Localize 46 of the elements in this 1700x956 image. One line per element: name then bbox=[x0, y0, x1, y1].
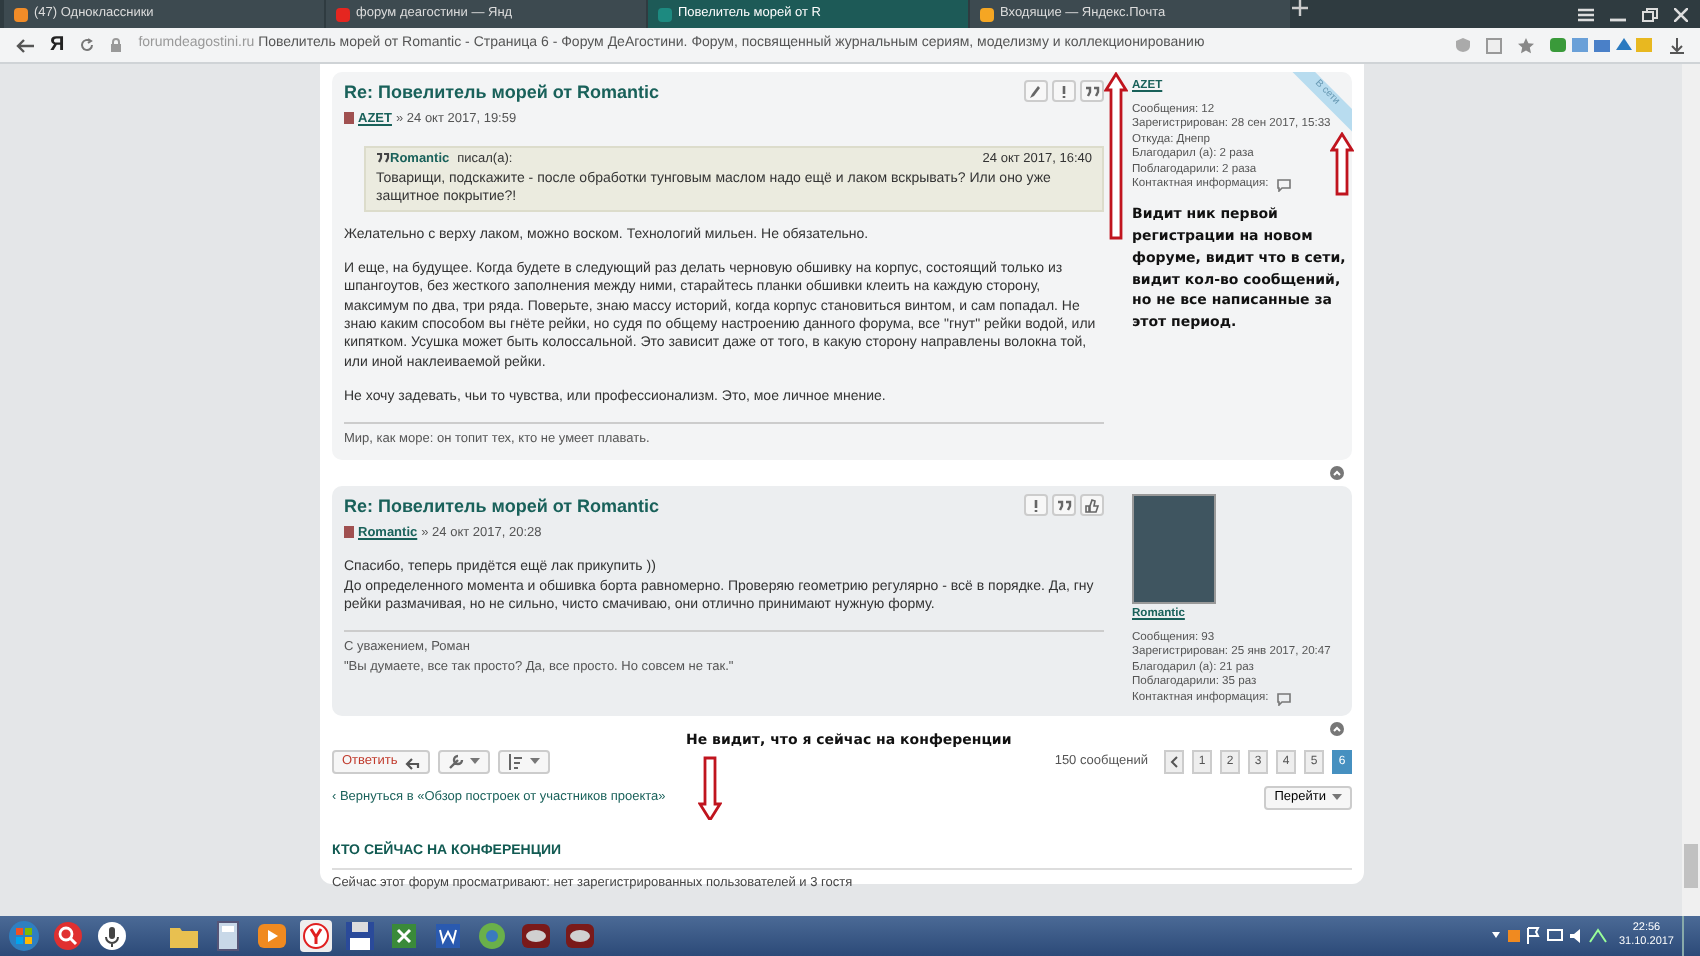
wrench-icon[interactable] bbox=[447, 754, 464, 771]
extension-icons-drawing[interactable] bbox=[1550, 36, 1654, 54]
speech-bubble-icon[interactable] bbox=[1276, 178, 1293, 193]
game-icon[interactable] bbox=[564, 920, 596, 952]
restore-icon[interactable] bbox=[1642, 7, 1658, 21]
close-icon[interactable] bbox=[1674, 7, 1688, 21]
menu-icon[interactable] bbox=[1578, 7, 1594, 21]
star-icon[interactable] bbox=[1518, 37, 1534, 53]
down-arrow-icon bbox=[698, 756, 722, 820]
reload-icon[interactable] bbox=[80, 38, 95, 52]
search-icon[interactable] bbox=[52, 920, 84, 952]
post-title[interactable]: Re: Повелитель морей от Romantic bbox=[344, 80, 660, 107]
caret-icon[interactable] bbox=[469, 758, 480, 767]
start-orb-icon[interactable] bbox=[8, 920, 40, 952]
new-tab-icon[interactable] bbox=[1292, 0, 1308, 16]
scrollbar-thumb[interactable] bbox=[1684, 844, 1698, 888]
calculator-icon[interactable] bbox=[212, 920, 244, 952]
download-icon[interactable] bbox=[1670, 37, 1684, 53]
back-to-top-icon[interactable] bbox=[1330, 722, 1344, 737]
caret-icon[interactable] bbox=[529, 758, 540, 767]
previous-page-button[interactable] bbox=[1164, 750, 1184, 775]
sort-icon[interactable] bbox=[507, 754, 524, 771]
shield-icon bbox=[1456, 38, 1470, 52]
tools-button[interactable] bbox=[437, 750, 490, 775]
globe-icon[interactable] bbox=[476, 920, 508, 952]
browser-logo[interactable]: Я bbox=[50, 30, 65, 60]
post-icon bbox=[344, 112, 354, 125]
lock-icon bbox=[110, 38, 123, 52]
document-icon[interactable] bbox=[432, 920, 464, 952]
caret-icon[interactable] bbox=[1332, 794, 1342, 803]
tray-icons-drawing[interactable] bbox=[1490, 926, 1611, 946]
chevron-icon[interactable] bbox=[1170, 756, 1178, 769]
post-icon bbox=[344, 526, 354, 539]
speech-bubble-icon[interactable] bbox=[1276, 691, 1293, 706]
back-to-top-icon[interactable] bbox=[1330, 466, 1344, 480]
spreadsheet-icon[interactable] bbox=[388, 920, 420, 952]
post-title[interactable]: Re: Повелитель морей от Romantic bbox=[344, 494, 660, 521]
game-icon[interactable] bbox=[520, 920, 552, 952]
back-arrow-icon[interactable] bbox=[16, 37, 34, 53]
browser-y-icon[interactable] bbox=[300, 920, 332, 952]
quote-mark-icon bbox=[376, 152, 390, 165]
bookmark-icon[interactable] bbox=[1486, 37, 1502, 53]
sort-button[interactable] bbox=[497, 750, 550, 775]
microphone-icon[interactable] bbox=[96, 920, 128, 952]
reply-arrow-icon[interactable] bbox=[403, 755, 420, 770]
media-player-icon[interactable] bbox=[256, 920, 288, 952]
